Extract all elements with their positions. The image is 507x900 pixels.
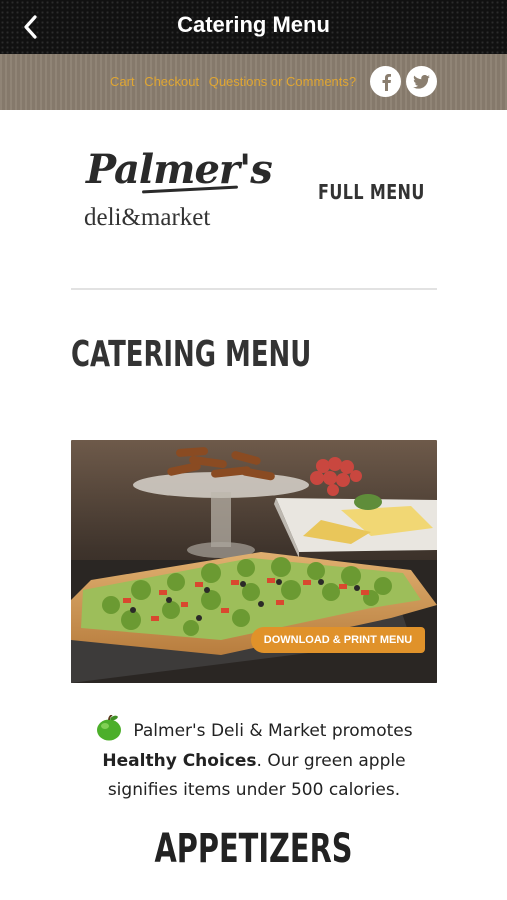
logo-subtitle: deli&market xyxy=(84,204,211,231)
cart-link[interactable]: Cart xyxy=(110,74,135,89)
logo-script: Palmer's xyxy=(86,146,273,193)
facebook-button[interactable] xyxy=(370,66,401,97)
palmers-logo[interactable]: Palmer's deli&market xyxy=(84,148,273,243)
twitter-button[interactable] xyxy=(406,66,437,97)
healthy-choices-notice: Palmer's Deli & Market promotes Healthy … xyxy=(70,714,438,806)
healthy-intro-text: Palmer's Deli & Market promotes xyxy=(133,721,413,741)
section-title-appetizers: APPETIZERS xyxy=(0,826,507,872)
questions-link[interactable]: Questions or Comments? xyxy=(209,74,356,89)
healthy-choices-label: Healthy Choices xyxy=(102,750,257,771)
nav-title: Catering Menu xyxy=(177,12,330,37)
facebook-icon xyxy=(382,73,391,91)
twitter-icon xyxy=(413,74,430,89)
download-print-menu-button[interactable]: DOWNLOAD & PRINT MENU xyxy=(251,627,425,653)
checkout-link[interactable]: Checkout xyxy=(144,74,199,89)
green-apple-icon xyxy=(95,714,123,741)
navigation-bar: Catering Menu xyxy=(0,0,507,54)
utility-links: Cart Checkout Questions or Comments? xyxy=(110,74,362,89)
page-title: CATERING MENU xyxy=(71,334,312,375)
full-menu-link[interactable]: FULL MENU xyxy=(318,180,425,204)
utility-bar: Cart Checkout Questions or Comments? xyxy=(0,54,507,110)
divider xyxy=(71,288,437,290)
section-title-text: APPETIZERS xyxy=(154,826,353,872)
